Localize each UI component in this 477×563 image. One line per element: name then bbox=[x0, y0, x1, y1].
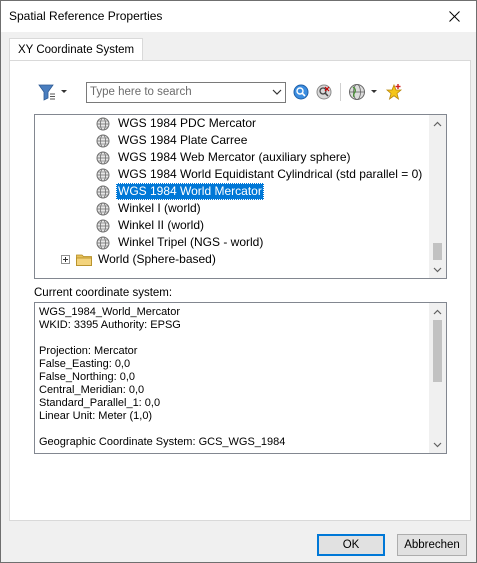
tree-item-selected[interactable]: WGS 1984 World Mercator bbox=[96, 183, 264, 200]
tree-item-label: WGS 1984 Plate Carree bbox=[118, 133, 248, 147]
globe-icon bbox=[96, 202, 110, 215]
current-cs-label: Current coordinate system: bbox=[34, 287, 173, 299]
title-bar: Spatial Reference Properties bbox=[1, 1, 476, 32]
tab-xy-coordinate-system[interactable]: XY Coordinate System bbox=[9, 38, 144, 61]
add-favorite-button[interactable] bbox=[385, 83, 403, 101]
info-line: Geographic Coordinate System: GCS_WGS_19… bbox=[39, 436, 286, 448]
chevron-down-icon bbox=[433, 267, 442, 272]
chevron-up-icon bbox=[433, 121, 442, 126]
tree-item[interactable]: WGS 1984 Web Mercator (auxiliary sphere) bbox=[96, 149, 353, 166]
folder-icon bbox=[76, 254, 92, 266]
filter-button[interactable] bbox=[36, 82, 70, 102]
current-cs-details[interactable]: WGS_1984_World_Mercator WKID: 3395 Autho… bbox=[34, 302, 447, 454]
tree-item-label: Winkel II (world) bbox=[118, 218, 205, 232]
window-title: Spatial Reference Properties bbox=[9, 9, 163, 23]
scroll-up-button[interactable] bbox=[429, 115, 446, 132]
search-input[interactable] bbox=[90, 84, 265, 100]
tree-scrollbar[interactable] bbox=[429, 115, 446, 278]
info-line: False_Easting: 0,0 bbox=[39, 358, 131, 370]
tree-item[interactable]: WGS 1984 World Equidistant Cylindrical (… bbox=[96, 166, 424, 183]
toolbar-separator bbox=[340, 83, 341, 101]
tree-item[interactable]: Winkel I (world) bbox=[96, 200, 203, 217]
dialog-window: Spatial Reference Properties XY Coordina… bbox=[0, 0, 477, 563]
search-go-button[interactable] bbox=[292, 83, 310, 101]
globe-icon bbox=[96, 185, 110, 198]
tree-item-label: WGS 1984 PDC Mercator bbox=[118, 116, 257, 130]
search-dropdown-button[interactable] bbox=[271, 86, 283, 98]
chevron-down-icon bbox=[433, 442, 442, 447]
tree-folder-world-sphere-based[interactable]: World (Sphere-based) bbox=[61, 251, 218, 268]
info-line: Linear Unit: Meter (1,0) bbox=[39, 410, 153, 422]
tree-item-label: World (Sphere-based) bbox=[98, 252, 216, 266]
globe-icon bbox=[96, 117, 110, 130]
cancel-button[interactable]: Abbrechen bbox=[397, 534, 467, 556]
scroll-up-button[interactable] bbox=[429, 303, 446, 320]
info-line: Central_Meridian: 0,0 bbox=[39, 384, 145, 396]
info-line: False_Northing: 0,0 bbox=[39, 371, 135, 383]
tree-item-label: WGS 1984 World Equidistant Cylindrical (… bbox=[118, 167, 423, 181]
coordinate-system-tree[interactable]: WGS 1984 PDC Mercator WGS 1984 Plate Car… bbox=[34, 114, 447, 279]
tree-item[interactable]: WGS 1984 PDC Mercator bbox=[96, 115, 258, 132]
add-favorite-icon bbox=[385, 83, 403, 100]
search-go-icon bbox=[293, 84, 309, 100]
filter-icon bbox=[38, 84, 67, 101]
info-line: Standard_Parallel_1: 0,0 bbox=[39, 397, 161, 409]
clear-search-icon bbox=[316, 84, 332, 100]
info-line: WGS_1984_World_Mercator bbox=[39, 306, 181, 318]
globe-icon bbox=[96, 168, 110, 181]
tree-item-label: Winkel Tripel (NGS - world) bbox=[118, 235, 264, 249]
close-icon bbox=[448, 11, 460, 22]
details-scrollbar[interactable] bbox=[429, 303, 446, 453]
tab-panel: WGS 1984 PDC Mercator WGS 1984 Plate Car… bbox=[9, 60, 471, 521]
scroll-down-button[interactable] bbox=[429, 436, 446, 453]
tree-item[interactable]: WGS 1984 Plate Carree bbox=[96, 132, 249, 149]
clear-search-button[interactable] bbox=[315, 83, 333, 101]
search-box bbox=[86, 82, 286, 103]
ok-button[interactable]: OK bbox=[317, 534, 385, 556]
globe-icon bbox=[96, 134, 110, 147]
expand-icon[interactable] bbox=[61, 255, 70, 264]
chevron-down-icon bbox=[272, 89, 282, 95]
globe-icon bbox=[96, 236, 110, 249]
tree-item-label: WGS 1984 Web Mercator (auxiliary sphere) bbox=[118, 150, 351, 164]
scroll-down-button[interactable] bbox=[429, 261, 446, 278]
close-button[interactable] bbox=[432, 1, 476, 32]
chevron-up-icon bbox=[433, 309, 442, 314]
globe-icon bbox=[96, 219, 110, 232]
tree-item-label: WGS 1984 World Mercator bbox=[116, 183, 264, 200]
scroll-thumb[interactable] bbox=[433, 243, 442, 260]
tree-item[interactable]: Winkel Tripel (NGS - world) bbox=[96, 234, 265, 251]
tree-item[interactable]: Winkel II (world) bbox=[96, 217, 206, 234]
globe-icon bbox=[96, 151, 110, 164]
tab-strip: XY Coordinate System bbox=[1, 32, 476, 61]
globe-icon bbox=[349, 84, 377, 100]
globe-menu-button[interactable] bbox=[347, 82, 381, 102]
info-line: Projection: Mercator bbox=[39, 345, 138, 357]
tree-item-label: Winkel I (world) bbox=[118, 201, 201, 215]
info-line: WKID: 3395 Authority: EPSG bbox=[39, 319, 181, 331]
scroll-thumb[interactable] bbox=[433, 320, 442, 382]
